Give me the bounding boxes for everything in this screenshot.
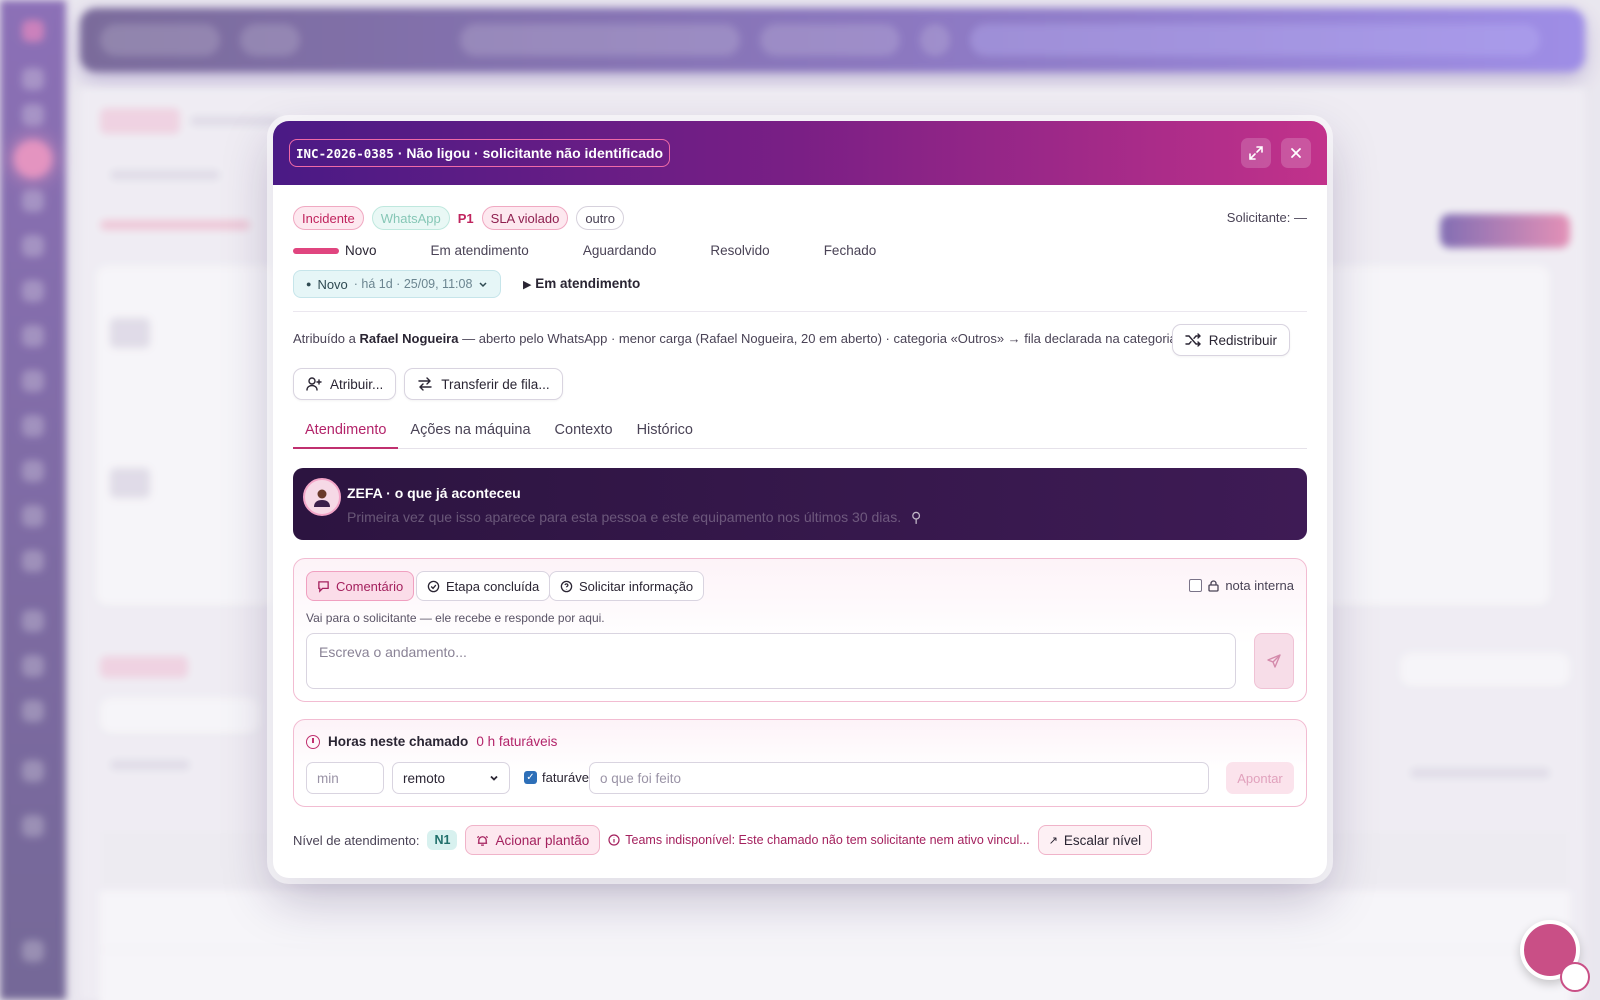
- expand-button[interactable]: [1241, 138, 1271, 168]
- level-badge: N1: [427, 830, 458, 850]
- service-level-bar: Nível de atendimento: N1 Acionar plantão…: [293, 825, 1307, 855]
- tab-historico[interactable]: Histórico: [625, 421, 705, 449]
- arrows-swap-icon: [418, 377, 432, 391]
- expand-icon: [1249, 146, 1263, 160]
- hours-card: Horas neste chamado 0 h faturáveis min r…: [293, 719, 1307, 807]
- check-circle-icon: [427, 580, 440, 592]
- minutes-input[interactable]: min: [306, 762, 384, 794]
- zefa-title: ZEFA · o que já aconteceu: [347, 485, 521, 501]
- teams-unavailable-message: Teams indisponível: Este chamado não tem…: [608, 833, 1030, 847]
- assigned-agent: Rafael Nogueira: [359, 331, 459, 346]
- status-dropdown[interactable]: ● Novo · há 1d · 25/09, 11:08: [293, 270, 502, 298]
- mode-select[interactable]: remoto: [392, 762, 510, 794]
- assignment-actions: Atribuir... Transferir de fila...: [293, 368, 563, 400]
- divider: [293, 311, 1307, 312]
- ticket-title: INC-2026-0385 · Não ligou · solicitante …: [289, 139, 671, 167]
- comment-hint: Vai para o solicitante — ele recebe e re…: [306, 611, 605, 625]
- ticket-subject: · Não ligou · solicitante não identifica…: [397, 145, 664, 161]
- comment-card: Comentário Etapa concluída Solicitar inf…: [293, 558, 1307, 702]
- internal-note-checkbox[interactable]: [1189, 579, 1203, 592]
- comment-textarea[interactable]: Escreva o andamento...: [306, 633, 1236, 689]
- zefa-panel: ZEFA · o que já aconteceu Primeira vez q…: [293, 468, 1307, 540]
- ticket-chips: Incidente WhatsApp P1 SLA violado outro: [293, 205, 1307, 231]
- ticket-modal: INC-2026-0385 · Não ligou · solicitante …: [273, 121, 1327, 878]
- transfer-queue-button[interactable]: Transferir de fila...: [404, 368, 563, 400]
- alarm-icon: [477, 835, 489, 846]
- billable-total: 0 h faturáveis: [476, 734, 558, 749]
- help-circle-icon: [560, 580, 573, 592]
- lock-icon: [1208, 579, 1219, 592]
- user-plus-icon: [306, 377, 322, 391]
- tab-atendimento[interactable]: Atendimento: [293, 421, 399, 449]
- assign-button[interactable]: Atribuir...: [293, 368, 397, 400]
- checkmark-icon: ✓: [524, 771, 537, 784]
- arrow-up-right-icon: ↗: [1048, 834, 1058, 847]
- clock-icon: [306, 734, 320, 749]
- hours-title: Horas neste chamado 0 h faturáveis: [306, 734, 557, 749]
- close-icon: [1291, 148, 1301, 158]
- tab-contexto[interactable]: Contexto: [543, 421, 625, 449]
- category-chip: outro: [576, 206, 624, 230]
- modal-header: INC-2026-0385 · Não ligou · solicitante …: [273, 121, 1327, 185]
- info-icon: [608, 834, 620, 846]
- comment-type-button[interactable]: Comentário: [306, 571, 415, 601]
- channel-chip: WhatsApp: [371, 206, 450, 230]
- close-button[interactable]: [1281, 138, 1311, 168]
- request-info-button[interactable]: Solicitar informação: [549, 571, 705, 601]
- status-stepper: Novo Em atendimento Aguardando Resolvido…: [293, 243, 930, 258]
- accessibility-icon[interactable]: [1560, 962, 1590, 992]
- type-chip: Incidente: [293, 206, 364, 230]
- status-dot-icon: ●: [306, 279, 312, 289]
- on-call-button[interactable]: Acionar plantão: [465, 825, 601, 855]
- step-aguardando: Aguardando: [582, 243, 657, 258]
- step-resolvido: Resolvido: [710, 243, 770, 258]
- zefa-text: Primeira vez que isso aparece para esta …: [347, 509, 922, 525]
- ticket-code: INC-2026-0385: [296, 145, 394, 161]
- log-hours-button[interactable]: Apontar: [1226, 762, 1294, 794]
- priority-chip: P1: [457, 210, 474, 226]
- escalate-button[interactable]: ↗ Escalar nível: [1037, 825, 1153, 855]
- ticket-tabs: Atendimento Ações na máquina Contexto Hi…: [293, 421, 1307, 449]
- internal-note-toggle[interactable]: nota interna: [1189, 578, 1294, 593]
- step-novo: Novo: [293, 243, 377, 258]
- send-icon: [1267, 654, 1281, 668]
- zefa-avatar: [303, 478, 341, 516]
- advance-status-button[interactable]: ▶ Em atendimento: [523, 276, 640, 291]
- play-icon: ▶: [523, 279, 532, 291]
- send-button[interactable]: [1254, 633, 1294, 689]
- redistribute-button[interactable]: Redistribuir: [1171, 324, 1290, 356]
- sla-chip: SLA violado: [481, 206, 569, 230]
- step-indicator: [293, 247, 339, 254]
- sparkle-icon: ⚲: [910, 509, 922, 525]
- step-fechado: Fechado: [823, 243, 877, 258]
- assignment-info: Atribuído a Rafael Nogueira — aberto pel…: [293, 331, 1177, 346]
- billable-checkbox[interactable]: ✓ faturável: [524, 770, 592, 785]
- work-description-input[interactable]: o que foi feito: [589, 762, 1209, 794]
- tab-acoes-maquina[interactable]: Ações na máquina: [398, 421, 542, 449]
- chevron-down-icon: [479, 282, 487, 288]
- step-done-button[interactable]: Etapa concluída: [416, 571, 551, 601]
- chevron-down-icon: [490, 775, 498, 781]
- requester: Solicitante: —: [1226, 210, 1307, 225]
- step-em-atendimento: Em atendimento: [430, 243, 529, 258]
- shuffle-icon: [1185, 333, 1201, 347]
- message-icon: [318, 580, 329, 593]
- person-icon: [314, 489, 330, 507]
